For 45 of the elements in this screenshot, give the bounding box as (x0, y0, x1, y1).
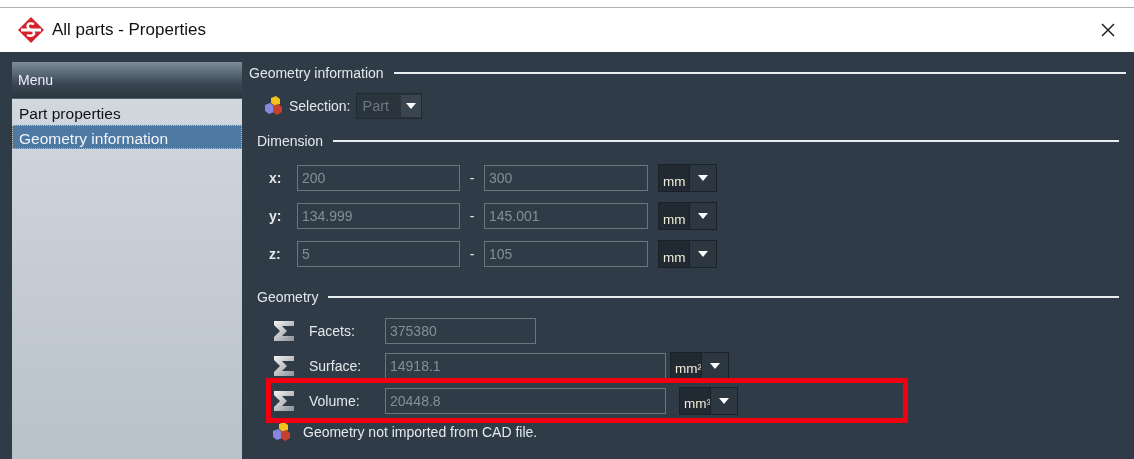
dropdown-arrow-icon (406, 103, 417, 109)
value-field[interactable]: 200 (297, 165, 460, 191)
dropdown-arrow-icon (710, 362, 720, 369)
axis-label: x: (269, 170, 283, 186)
value-field[interactable]: 145.001 (484, 203, 648, 229)
menu-item[interactable]: Part properties (12, 100, 242, 124)
menu-header: Menu (12, 62, 242, 99)
notice-text: Geometry not imported from CAD file. (303, 424, 538, 440)
value-field[interactable]: 375380 (385, 317, 536, 344)
field-label: Volume: (309, 392, 361, 409)
section-title: Geometry information (249, 65, 384, 81)
dropdown-arrow-icon (698, 175, 708, 181)
value-field[interactable]: 134.999 (297, 203, 460, 229)
value-field[interactable]: 5 (297, 241, 460, 267)
field-label: Selection: (289, 98, 351, 114)
unit-dropdown[interactable]: mm (658, 202, 717, 230)
cubes-icon (271, 422, 291, 442)
sigma-icon (273, 320, 295, 341)
field-label: Surface: (309, 357, 363, 374)
range-separator: - (468, 246, 476, 262)
unit-dropdown[interactable]: mm (658, 164, 717, 192)
cubes-icon (263, 96, 283, 116)
group-title: Dimension (257, 133, 324, 149)
axis-label: y: (269, 208, 283, 224)
value-field[interactable]: 14918.1 (385, 352, 666, 379)
range-separator: - (468, 170, 476, 186)
dropdown-arrow-icon (719, 397, 729, 404)
group-title: Geometry (257, 289, 319, 305)
unit-dropdown[interactable]: mm (658, 240, 717, 268)
range-separator: - (468, 208, 476, 224)
field-label: Facets: (309, 322, 356, 339)
sigma-icon (273, 355, 295, 376)
dropdown-arrow-icon (698, 251, 708, 257)
sigma-icon (273, 390, 295, 411)
value-field[interactable]: 105 (484, 241, 648, 267)
axis-label: z: (269, 246, 282, 262)
unit-dropdown[interactable]: mm³ (679, 386, 738, 415)
close-icon (1100, 22, 1116, 38)
window-title: All parts - Properties (52, 20, 207, 40)
value-field[interactable]: 300 (484, 165, 648, 191)
app-logo-icon (18, 17, 44, 43)
unit-dropdown[interactable]: mm² (670, 351, 729, 380)
menu-item[interactable]: Geometry information (12, 125, 242, 149)
value-field[interactable]: 20448.8 (385, 387, 666, 414)
dropdown-arrow-icon (698, 213, 708, 219)
